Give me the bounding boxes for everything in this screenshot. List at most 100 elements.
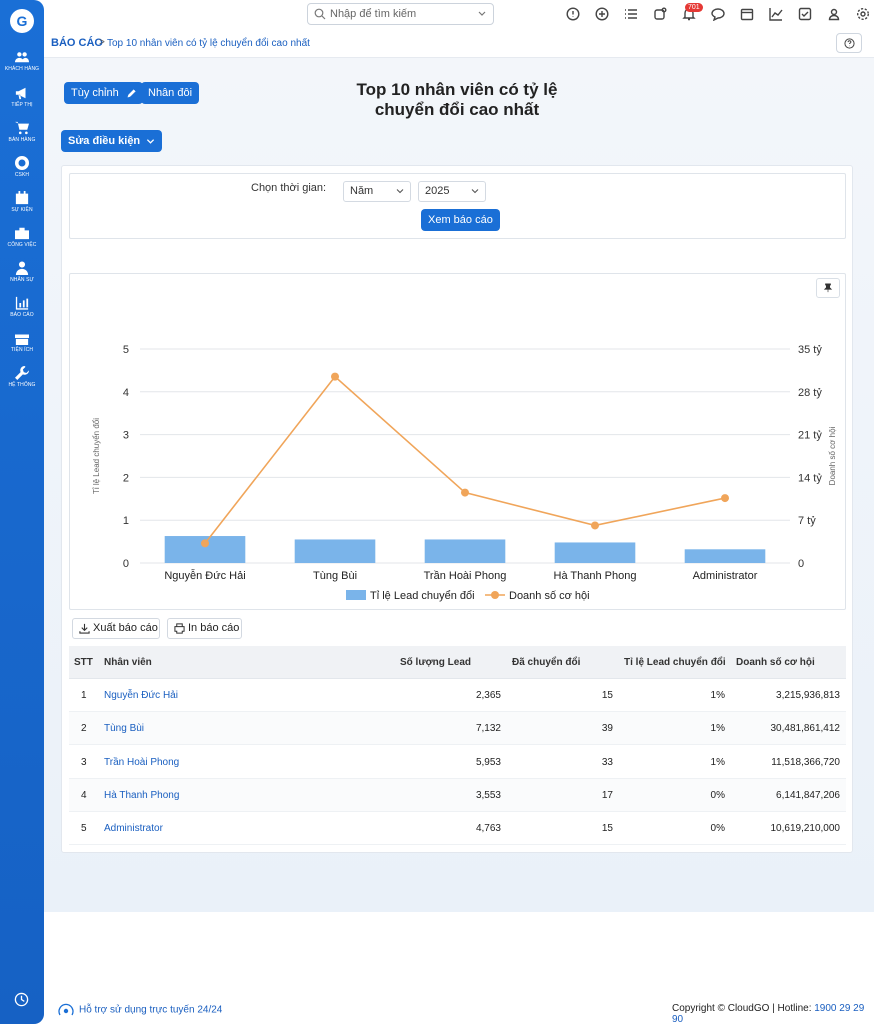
search-input[interactable] [330,6,475,22]
global-search[interactable] [307,3,494,25]
chat-icon[interactable] [711,7,725,22]
sidebar-item-hr[interactable]: NHÂN SỰ [0,261,44,283]
calendar-icon [0,191,44,205]
converted-count: 33 [601,756,613,768]
sidebar-item-label: KHÁCH HÀNG [4,66,40,72]
col-lead-count[interactable]: Số lượng Lead [400,657,471,668]
employee-link[interactable]: Administrator [104,823,163,834]
sidebar-item-reports[interactable]: BÁO CÁO [0,296,44,318]
cart-icon [0,121,44,135]
col-opportunity-revenue[interactable]: Doanh số cơ hội [736,657,815,668]
employee-link[interactable]: Nguyễn Đức Hải [104,690,178,701]
sidebar-item-label: CÔNG VIỆC [7,242,37,248]
breadcrumb-root[interactable]: BÁO CÁO [51,37,103,49]
conversion-rate: 0% [710,823,725,835]
chart-icon[interactable] [769,7,783,21]
list-icon[interactable] [624,7,638,21]
settings-icon[interactable] [856,7,870,21]
col-stt[interactable]: STT [74,657,93,668]
sidebar-item-cskh[interactable]: CSKH [0,156,44,178]
sidebar-item-sales[interactable]: BÁN HÀNG [0,121,44,143]
employee-link[interactable]: Tùng Bùi [104,723,144,734]
breadcrumb-current: Top 10 nhân viên có tỷ lệ chuyển đổi cao… [107,38,310,49]
year-select-value: 2025 [425,185,450,197]
conversion-rate: 1% [710,690,725,701]
user-icon[interactable] [827,7,841,21]
top-bar: 701 [44,0,874,29]
employee-link[interactable]: Hà Thanh Phong [104,790,179,801]
lead-count: 3,553 [475,789,501,801]
print-report-button[interactable]: In báo cáo [167,618,242,639]
chevron-down-icon [147,139,155,144]
sidebar-item-utilities[interactable]: TIỆN ÍCH [0,331,44,353]
lead-count: 5,953 [475,756,501,768]
sidebar-item-label: TIẾP THỊ [11,102,33,108]
briefcase-icon [0,226,44,240]
wrench-icon [0,365,44,380]
employee-link[interactable]: Trần Hoài Phong [104,757,179,768]
sidebar-item-customers[interactable]: KHÁCH HÀNG [0,50,44,72]
chevron-down-icon [396,189,404,194]
conversion-rate: 0% [710,789,725,801]
col-conversion-rate[interactable]: Tỉ lệ Lead chuyển đổi [624,657,726,668]
printer-icon [174,623,185,634]
pin-button[interactable] [816,278,840,298]
checkbox-icon[interactable] [798,7,812,21]
add-icon[interactable] [595,7,609,21]
table-row: 1 Nguyễn Đức Hải 2,365 15 1% 3,215,936,813 [69,679,846,712]
edit-conditions-button[interactable]: Sửa điều kiện [61,130,163,152]
table-row: 4 Hà Thanh Phong 3,553 17 0% 6,141,847,206 [69,778,846,812]
help-button[interactable] [836,33,862,53]
sidebar-item-events[interactable]: SỰ KIỆN [0,191,44,213]
period-select-value: Năm [350,185,374,197]
sidebar-item-system[interactable]: HỆ THỐNG [0,365,44,388]
sidebar-item-label: TIỆN ÍCH [10,347,34,353]
lead-count: 4,763 [475,823,501,835]
sidebar-item-marketing[interactable]: TIẾP THỊ [0,86,44,108]
export-report-button[interactable]: Xuất báo cáo [72,618,160,639]
year-select[interactable]: 2025 [418,181,486,202]
export-report-label: Xuất báo cáo [93,622,158,634]
sidebar-item-label: BÁO CÁO [10,312,34,318]
sidebar-item-label: HỆ THỐNG [8,382,36,388]
chevron-down-icon[interactable] [477,8,487,20]
row-stt: 3 [81,756,87,768]
sidebar-item-label: SỰ KIỆN [11,207,33,213]
col-converted[interactable]: Đã chuyển đổi [512,657,580,668]
gift-icon [0,331,44,345]
help-icon [843,38,855,49]
notification-badge: 701 [685,3,703,12]
opportunity-revenue: 11,518,366,720 [771,756,840,768]
opportunity-revenue: 3,215,936,813 [776,690,840,701]
period-select[interactable]: Năm [343,181,411,202]
page-title: Top 10 nhân viên có tỷ lệ chuyển đổi cao… [330,80,584,120]
converted-count: 17 [601,789,613,801]
view-report-button[interactable]: Xem báo cáo [421,209,500,231]
col-employee[interactable]: Nhân viên [104,657,152,668]
conversion-rate: 1% [710,756,725,768]
filter-label: Chọn thời gian: [251,182,327,194]
calendar-top-icon[interactable] [740,7,754,21]
customize-button[interactable]: Tùy chỉnh [64,82,143,104]
opportunity-revenue: 6,141,847,206 [776,789,840,801]
pin-icon [823,283,833,293]
support-link[interactable]: Hỗ trợ sử dụng trực tuyến 24/24 [58,1003,222,1017]
opportunity-revenue: 30,481,861,412 [770,723,840,735]
history-icon[interactable] [14,992,29,1007]
opportunity-revenue: 10,619,210,000 [770,823,840,835]
app-logo[interactable]: G [10,9,34,33]
row-stt: 5 [81,823,87,835]
conversion-rate: 1% [710,723,725,735]
megaphone-icon [0,86,44,100]
table-row: 3 Trần Hoài Phong 5,953 33 1% 11,518,366,720 [69,746,846,779]
pencil-icon [127,89,136,98]
download-icon [79,623,90,634]
duplicate-button[interactable]: Nhân đôi [141,82,200,104]
sidebar-item-tasks[interactable]: CÔNG VIỆC [0,226,44,248]
row-stt: 4 [81,789,87,801]
info-icon[interactable] [566,7,580,21]
share-icon[interactable] [653,7,667,21]
lead-count: 2,365 [475,690,501,701]
table-row: 2 Tùng Bùi 7,132 39 1% 30,481,861,412 [69,712,846,746]
search-icon [314,8,326,20]
